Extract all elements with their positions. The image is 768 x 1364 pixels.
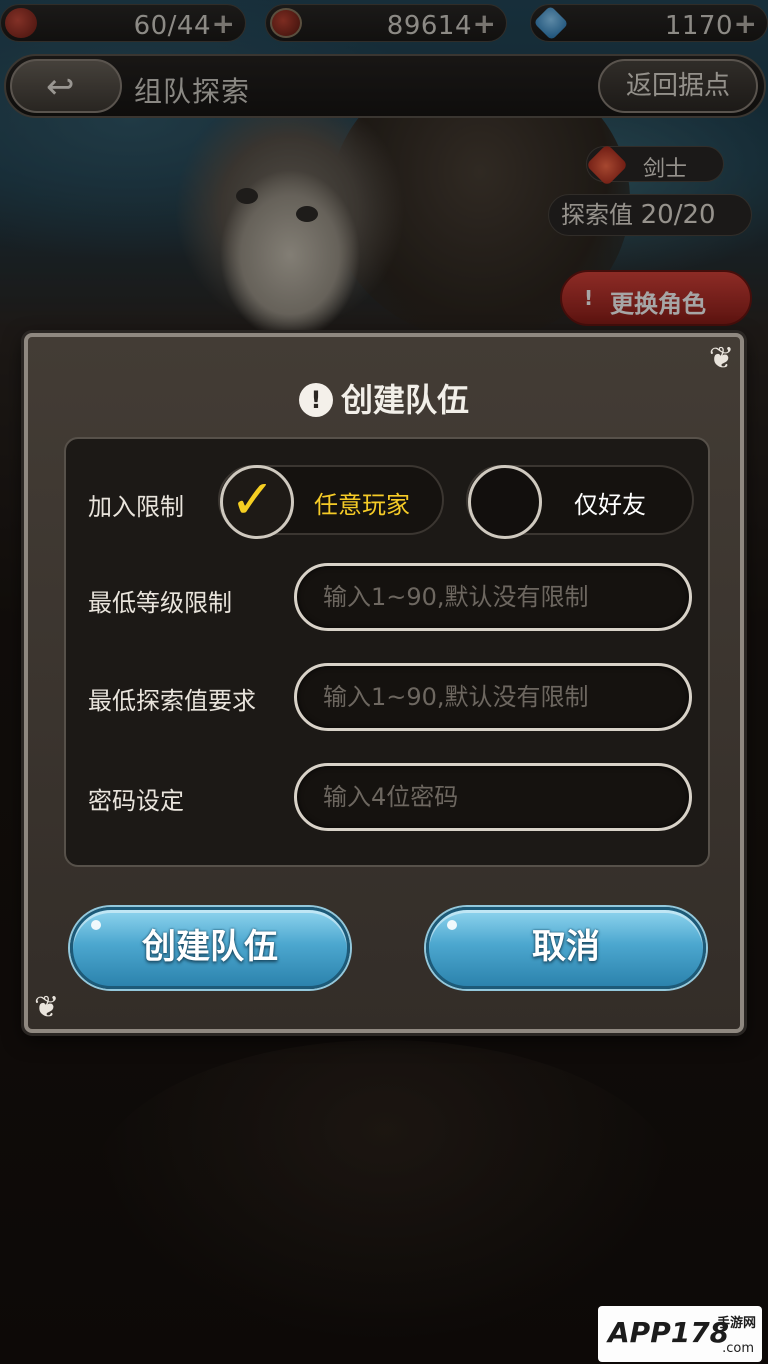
watermark-domain: .com <box>722 1341 754 1356</box>
create-team-label: 创建队伍 <box>142 927 278 967</box>
option-any-player[interactable]: ✓ 任意玩家 <box>218 465 444 539</box>
create-team-dialog: ❦ ❦ !创建队伍 加入限制 ✓ 任意玩家 仅好友 最低等级限制 最低探索值要求… <box>24 333 744 1033</box>
radio-knob <box>468 465 542 539</box>
corner-ornament-icon: ❦ <box>708 341 734 376</box>
corner-ornament-icon: ❦ <box>34 990 60 1025</box>
min-explore-label: 最低探索值要求 <box>88 687 256 715</box>
password-label: 密码设定 <box>88 787 184 815</box>
min-level-input[interactable] <box>297 566 689 628</box>
min-level-field[interactable] <box>294 563 692 631</box>
password-input[interactable] <box>297 766 689 828</box>
button-shine <box>447 920 457 930</box>
cancel-label: 取消 <box>532 927 600 967</box>
password-field[interactable] <box>294 763 692 831</box>
watermark-subtitle: 手游网 <box>716 1316 756 1331</box>
dialog-title-text: 创建队伍 <box>340 381 469 419</box>
option-friends-only-label: 仅好友 <box>574 491 646 519</box>
option-friends-only[interactable]: 仅好友 <box>466 465 694 539</box>
option-any-player-label: 任意玩家 <box>314 491 410 519</box>
checkmark-icon: ✓ <box>230 468 276 531</box>
dialog-title: ! 创建队伍 <box>28 375 740 421</box>
min-explore-field[interactable] <box>294 663 692 731</box>
button-shine <box>91 920 101 930</box>
min-level-label: 最低等级限制 <box>88 589 232 617</box>
cancel-button[interactable]: 取消 <box>426 907 706 989</box>
min-explore-input[interactable] <box>297 666 689 728</box>
site-watermark: APP178 手游网 .com <box>598 1306 762 1362</box>
join-restriction-label: 加入限制 <box>88 493 184 521</box>
watermark-brand: APP178 <box>608 1316 730 1349</box>
exclamation-icon: ! <box>298 383 333 417</box>
create-team-button[interactable]: 创建队伍 <box>70 907 350 989</box>
settings-panel: 加入限制 ✓ 任意玩家 仅好友 最低等级限制 最低探索值要求 密码设定 <box>64 437 710 867</box>
